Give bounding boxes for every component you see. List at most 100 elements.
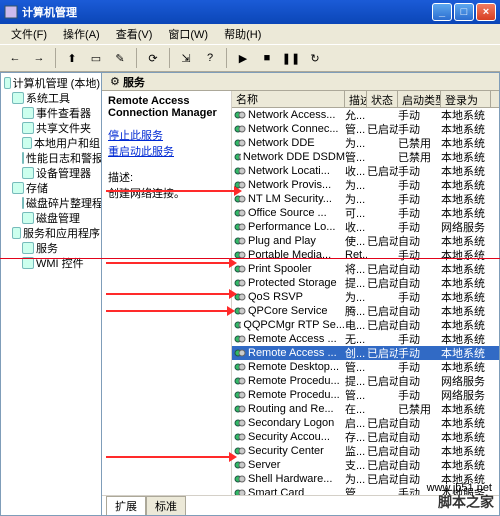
tree-pane[interactable]: 计算机管理 (本地)系统工具事件查看器共享文件夹本地用户和组性能日志和警报设备管… bbox=[0, 72, 102, 516]
properties-button[interactable]: ✎ bbox=[109, 47, 131, 69]
service-row[interactable]: Office Source ...可...手动本地系统 bbox=[232, 206, 499, 220]
col-desc[interactable]: 描述 bbox=[345, 91, 367, 107]
col-status[interactable]: 状态 bbox=[367, 91, 398, 107]
col-name[interactable]: 名称 bbox=[232, 91, 345, 107]
menu-item[interactable]: 文件(F) bbox=[4, 24, 54, 44]
service-desc: Ret... bbox=[345, 249, 367, 261]
tree-item[interactable]: 存储 bbox=[2, 180, 100, 195]
close-button[interactable]: × bbox=[476, 3, 496, 21]
service-row[interactable]: Server支...已启动自动本地系统 bbox=[232, 458, 499, 472]
service-name: Remote Procedu... bbox=[248, 375, 340, 387]
service-row[interactable]: Network Locati...收...已启动手动本地系统 bbox=[232, 164, 499, 178]
tree-item[interactable]: 计算机管理 (本地) bbox=[2, 75, 100, 90]
service-row[interactable]: QQPCMgr RTP Se...电...已启动自动本地系统 bbox=[232, 318, 499, 332]
annotation-arrow bbox=[106, 190, 236, 192]
service-name: Network DDE DSDM bbox=[243, 151, 345, 163]
pause-button[interactable]: ❚❚ bbox=[280, 47, 302, 69]
service-row[interactable]: Network DDE为...已禁用本地系统 bbox=[232, 136, 499, 150]
service-name: Secondary Logon bbox=[248, 417, 334, 429]
service-status: 已启动 bbox=[367, 121, 398, 137]
tree-item[interactable]: 服务和应用程序 bbox=[2, 225, 100, 240]
show-pane-button[interactable]: ▭ bbox=[85, 47, 107, 69]
tree-item[interactable]: 本地用户和组 bbox=[2, 135, 100, 150]
service-row[interactable]: QPCore Service腾...已启动自动本地系统 bbox=[232, 304, 499, 318]
service-row[interactable]: QoS RSVP为...手动本地系统 bbox=[232, 290, 499, 304]
service-row[interactable]: Remote Desktop...管...手动本地系统 bbox=[232, 360, 499, 374]
start-button[interactable]: ▶ bbox=[232, 47, 254, 69]
refresh-button[interactable]: ⟳ bbox=[142, 47, 164, 69]
service-row[interactable]: NT LM Security...为...手动本地系统 bbox=[232, 192, 499, 206]
service-name: Network Provis... bbox=[248, 179, 331, 191]
folder-icon bbox=[22, 167, 34, 179]
service-row[interactable]: Network Connec...管...已启动手动本地系统 bbox=[232, 122, 499, 136]
folder-icon bbox=[22, 212, 34, 224]
service-row[interactable]: Protected Storage提...已启动自动本地系统 bbox=[232, 276, 499, 290]
window-title: 计算机管理 bbox=[22, 4, 432, 20]
tab-extended[interactable]: 扩展 bbox=[106, 496, 146, 515]
restart-button[interactable]: ↻ bbox=[304, 47, 326, 69]
restart-service-link[interactable]: 重启动此服务 bbox=[108, 143, 225, 159]
tree-label: WMI 控件 bbox=[36, 255, 84, 271]
tree-item[interactable]: 设备管理器 bbox=[2, 165, 100, 180]
service-row[interactable]: Security Accou...存...已启动自动本地系统 bbox=[232, 430, 499, 444]
services-list[interactable]: 名称 描述 状态 启动类型 登录为 Network Access...允...手… bbox=[232, 91, 499, 495]
menu-item[interactable]: 操作(A) bbox=[56, 24, 107, 44]
tree-label: 服务 bbox=[36, 240, 58, 256]
service-row[interactable]: Network DDE DSDM管...已禁用本地系统 bbox=[232, 150, 499, 164]
service-row[interactable]: Print Spooler将...已启动自动本地系统 bbox=[232, 262, 499, 276]
menu-item[interactable]: 窗口(W) bbox=[161, 24, 215, 44]
annotation-arrow bbox=[106, 293, 231, 295]
col-logon[interactable]: 登录为 bbox=[441, 91, 491, 107]
tree-label: 计算机管理 (本地) bbox=[13, 75, 100, 91]
tab-standard[interactable]: 标准 bbox=[146, 496, 186, 515]
service-status: 已启动 bbox=[367, 373, 398, 389]
desc-text: 创建网络连接。 bbox=[108, 185, 225, 201]
back-button[interactable]: ← bbox=[4, 47, 26, 69]
stop-service-link[interactable]: 停止此服务 bbox=[108, 127, 225, 143]
tree-item[interactable]: 性能日志和警报 bbox=[2, 150, 100, 165]
column-headers[interactable]: 名称 描述 状态 启动类型 登录为 bbox=[232, 91, 499, 108]
service-row[interactable]: Network Provis...为...手动本地系统 bbox=[232, 178, 499, 192]
service-row[interactable]: Network Access...允...手动本地系统 bbox=[232, 108, 499, 122]
service-row[interactable]: Remote Access ...无...手动本地系统 bbox=[232, 332, 499, 346]
service-row[interactable]: Portable Media...Ret...手动本地系统 bbox=[232, 248, 499, 262]
service-row[interactable]: Remote Procedu...管...手动网络服务 bbox=[232, 388, 499, 402]
folder-icon bbox=[12, 182, 24, 194]
tree-item[interactable]: 磁盘碎片整理程序 bbox=[2, 195, 100, 210]
tree-item[interactable]: 服务 bbox=[2, 240, 100, 255]
titlebar[interactable]: 计算机管理 _ □ × bbox=[0, 0, 500, 24]
service-status: 已启动 bbox=[367, 275, 398, 291]
service-row[interactable]: Secondary Logon启...已启动自动本地系统 bbox=[232, 416, 499, 430]
service-name: Security Accou... bbox=[248, 431, 330, 443]
service-row[interactable]: Security Center监...已启动自动本地系统 bbox=[232, 444, 499, 458]
minimize-button[interactable]: _ bbox=[432, 3, 452, 21]
help-button[interactable]: ? bbox=[199, 47, 221, 69]
folder-icon bbox=[22, 152, 24, 164]
maximize-button[interactable]: □ bbox=[454, 3, 474, 21]
tree-item[interactable]: 系统工具 bbox=[2, 90, 100, 105]
tree-item[interactable]: 磁盘管理 bbox=[2, 210, 100, 225]
col-start[interactable]: 启动类型 bbox=[398, 91, 441, 107]
stop-button[interactable]: ■ bbox=[256, 47, 278, 69]
service-row[interactable]: Plug and Play使...已启动自动本地系统 bbox=[232, 234, 499, 248]
service-name: QoS RSVP bbox=[248, 291, 303, 303]
forward-button[interactable]: → bbox=[28, 47, 50, 69]
tree-label: 本地用户和组 bbox=[34, 135, 100, 151]
service-row[interactable]: Routing and Re...在...已禁用本地系统 bbox=[232, 402, 499, 416]
service-row[interactable]: Remote Access ...创...已启动手动本地系统 bbox=[232, 346, 499, 360]
tree-label: 系统工具 bbox=[26, 90, 70, 106]
menu-item[interactable]: 查看(V) bbox=[109, 24, 160, 44]
service-row[interactable]: Performance Lo...收...手动网络服务 bbox=[232, 220, 499, 234]
service-name: Plug and Play bbox=[248, 235, 316, 247]
menu-item[interactable]: 帮助(H) bbox=[217, 24, 268, 44]
service-name: Network Locati... bbox=[248, 165, 330, 177]
up-button[interactable]: ⬆ bbox=[61, 47, 83, 69]
service-status: 已启动 bbox=[367, 233, 398, 249]
annotation-line bbox=[0, 258, 500, 259]
tree-item[interactable]: 事件查看器 bbox=[2, 105, 100, 120]
tree-item[interactable]: 共享文件夹 bbox=[2, 120, 100, 135]
service-row[interactable]: Remote Procedu...提...已启动自动网络服务 bbox=[232, 374, 499, 388]
tree-label: 共享文件夹 bbox=[36, 120, 91, 136]
export-button[interactable]: ⇲ bbox=[175, 47, 197, 69]
service-name: Network DDE bbox=[248, 137, 315, 149]
